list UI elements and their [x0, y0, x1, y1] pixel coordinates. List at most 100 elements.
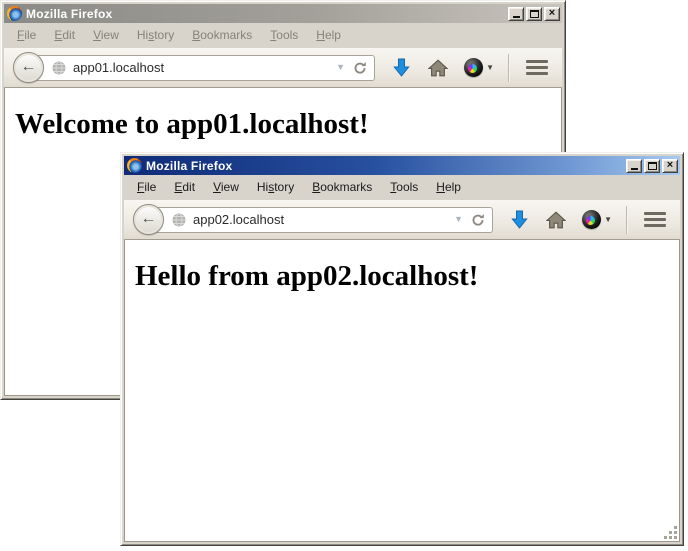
menu-label-part: tory	[154, 28, 174, 42]
menu-view[interactable]: View	[204, 177, 248, 198]
window-title: Mozilla Firefox	[146, 159, 622, 173]
search-engine-icon	[464, 58, 483, 77]
close-icon: ×	[667, 160, 673, 171]
menu-label-part: ools	[276, 28, 298, 42]
url-group: ← app02.localhost ▼	[133, 204, 493, 235]
menu-bookmarks[interactable]: Bookmarks	[183, 25, 261, 46]
url-dropdown-icon[interactable]: ▼	[336, 63, 345, 72]
menu-help[interactable]: Help	[427, 177, 470, 198]
titlebar[interactable]: Mozilla Firefox ×	[4, 4, 562, 23]
minimize-button[interactable]	[626, 159, 642, 173]
window-controls: ×	[508, 7, 560, 21]
toolbar-icons: ▼	[393, 54, 553, 82]
hamburger-icon	[526, 72, 548, 75]
menu-edit[interactable]: Edit	[45, 25, 84, 46]
menu-label-part: V	[213, 180, 221, 194]
firefox-logo-icon	[7, 6, 22, 21]
menu-file[interactable]: File	[128, 177, 165, 198]
window-app02[interactable]: Mozilla Firefox × File Edit View History…	[120, 152, 684, 546]
menu-label-part: Hi	[257, 180, 268, 194]
menu-label-part: iew	[101, 28, 119, 42]
home-button[interactable]	[428, 59, 448, 77]
url-group: ← app01.localhost ▼	[13, 52, 375, 83]
menu-help[interactable]: Help	[307, 25, 350, 46]
back-button[interactable]: ←	[13, 52, 44, 83]
titlebar[interactable]: Mozilla Firefox ×	[124, 156, 680, 175]
back-button[interactable]: ←	[133, 204, 164, 235]
toolbar-icons: ▼	[511, 206, 671, 234]
menu-bookmarks[interactable]: Bookmarks	[303, 177, 381, 198]
url-text: app01.localhost	[73, 60, 330, 75]
menu-tools[interactable]: Tools	[381, 177, 427, 198]
grip-dot	[664, 536, 667, 539]
search-caret-icon: ▼	[486, 64, 494, 72]
menu-history[interactable]: History	[248, 177, 303, 198]
menubar: File Edit View History Bookmarks Tools H…	[124, 175, 680, 200]
minimize-button[interactable]	[508, 7, 524, 21]
menu-label-part: ile	[144, 180, 156, 194]
window-title: Mozilla Firefox	[26, 7, 504, 21]
grip-dot	[674, 526, 677, 529]
url-dropdown-icon[interactable]: ▼	[454, 215, 463, 224]
menu-label-part: ookmarks	[200, 28, 252, 42]
window-frame: Mozilla Firefox × File Edit View History…	[124, 156, 680, 542]
window-controls: ×	[626, 159, 678, 173]
menu-view[interactable]: View	[84, 25, 128, 46]
url-text: app02.localhost	[193, 212, 448, 227]
page-heading: Welcome to app01.localhost!	[15, 108, 561, 141]
menu-label-part: dit	[62, 28, 75, 42]
menu-history[interactable]: History	[128, 25, 183, 46]
search-engine-button[interactable]: ▼	[464, 58, 494, 77]
url-bar[interactable]: app02.localhost ▼	[151, 207, 493, 233]
menu-label-part: Hi	[137, 28, 148, 42]
downloads-button[interactable]	[393, 58, 410, 77]
reload-button[interactable]	[351, 61, 367, 75]
menu-label-part: ookmarks	[320, 180, 372, 194]
maximize-button[interactable]	[526, 7, 542, 21]
menu-tools[interactable]: Tools	[261, 25, 307, 46]
maximize-button[interactable]	[644, 159, 660, 173]
home-button[interactable]	[546, 211, 566, 229]
menu-edit[interactable]: Edit	[165, 177, 204, 198]
back-icon: ←	[21, 59, 37, 75]
menu-label-part: elp	[325, 28, 341, 42]
grip-dot	[669, 536, 672, 539]
navigation-toolbar: ← app01.localhost ▼	[4, 48, 562, 88]
url-bar[interactable]: app01.localhost ▼	[31, 55, 375, 81]
menu-label-part: H	[436, 180, 445, 194]
toolbar-separator	[626, 206, 627, 234]
back-icon: ←	[141, 211, 157, 227]
menu-label-part: tory	[274, 180, 294, 194]
menu-label-part: dit	[182, 180, 195, 194]
menu-label-part: ools	[396, 180, 418, 194]
menu-label-part: elp	[445, 180, 461, 194]
close-button[interactable]: ×	[662, 159, 678, 173]
home-icon	[546, 211, 566, 229]
close-icon: ×	[549, 8, 555, 19]
hamburger-icon	[526, 60, 548, 63]
download-icon	[511, 210, 528, 229]
maximize-icon	[530, 10, 539, 18]
menu-file[interactable]: File	[8, 25, 45, 46]
download-icon	[393, 58, 410, 77]
menu-label-part: ile	[24, 28, 36, 42]
close-button[interactable]: ×	[544, 7, 560, 21]
toolbar-separator	[508, 54, 509, 82]
hamburger-icon	[644, 212, 666, 215]
grip-dot	[674, 536, 677, 539]
hamburger-icon	[644, 224, 666, 227]
menu-panel-button[interactable]	[521, 56, 553, 79]
minimize-icon	[631, 168, 638, 170]
menu-panel-button[interactable]	[639, 208, 671, 231]
reload-button[interactable]	[469, 213, 485, 227]
menu-label-part: H	[316, 28, 325, 42]
minimize-icon	[513, 16, 520, 18]
search-engine-button[interactable]: ▼	[582, 210, 612, 229]
search-engine-icon	[582, 210, 601, 229]
downloads-button[interactable]	[511, 210, 528, 229]
menu-label-part: V	[93, 28, 101, 42]
menubar: File Edit View History Bookmarks Tools H…	[4, 23, 562, 48]
globe-icon	[51, 60, 67, 76]
resize-grip[interactable]	[664, 526, 677, 539]
reload-icon	[471, 213, 485, 227]
